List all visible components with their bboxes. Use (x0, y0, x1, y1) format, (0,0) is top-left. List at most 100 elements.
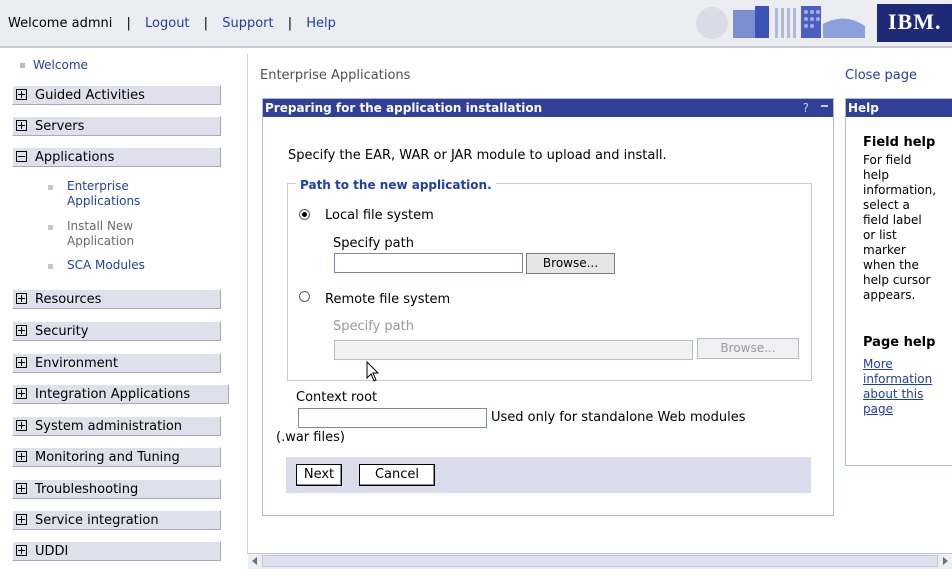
remote-specify-path-label: Specify path (333, 319, 414, 334)
local-file-system-radio[interactable] (299, 209, 310, 220)
help-line: select a (863, 198, 910, 212)
nav-section-label: Guided Activities (35, 88, 145, 103)
more-information-link[interactable]: More information about this page (863, 357, 932, 417)
scroll-left-arrow-icon[interactable] (252, 557, 257, 565)
bullet-icon (20, 63, 25, 68)
bullet-icon (48, 225, 53, 230)
nav-welcome-label: Welcome (33, 58, 88, 72)
context-root-note-war: (.war files) (276, 430, 345, 445)
separator: | (287, 16, 293, 31)
expand-plus-icon[interactable] (16, 325, 27, 336)
nav-section-security[interactable]: Security (12, 321, 221, 341)
expand-plus-icon[interactable] (16, 89, 27, 100)
fieldset-legend: Path to the new application. (296, 178, 496, 192)
nav-item-label: Install New Application (67, 219, 134, 249)
mouse-cursor-icon (366, 361, 380, 382)
separator: | (203, 16, 209, 31)
support-link[interactable]: Support (222, 16, 273, 31)
expand-plus-icon[interactable] (16, 388, 27, 399)
expand-plus-icon[interactable] (16, 545, 27, 556)
close-page-link[interactable]: Close page (845, 68, 917, 83)
help-link-line: information (863, 372, 933, 386)
nav-item-label: Enterprise Applications (67, 179, 140, 209)
help-portlet: Help Field help For field help informati… (845, 98, 952, 466)
button-bar: Next Cancel (286, 457, 811, 493)
nav-section-label: Resources (35, 292, 102, 307)
nav-item-label: SCA Modules (67, 258, 145, 272)
nav-section-troubleshooting[interactable]: Troubleshooting (12, 479, 221, 499)
help-link[interactable]: Help (306, 16, 336, 31)
help-line: For field (863, 153, 912, 167)
expand-plus-icon[interactable] (16, 451, 27, 462)
logout-link[interactable]: Logout (145, 16, 190, 31)
collapse-minus-icon[interactable] (16, 151, 27, 162)
nav-section-label: Integration Applications (35, 387, 191, 402)
help-link-line: More (863, 357, 893, 371)
nav-section-label: Environment (35, 356, 119, 371)
panel-title: Preparing for the application installati… (265, 101, 543, 115)
nav-welcome-link[interactable]: Welcome (20, 58, 88, 72)
help-line: or list (863, 228, 897, 242)
nav-section-resources[interactable]: Resources (12, 289, 221, 309)
expand-plus-icon[interactable] (16, 120, 27, 131)
nav-section-uddi[interactable]: UDDI (12, 541, 221, 561)
expand-plus-icon[interactable] (16, 293, 27, 304)
nav-section-label: Monitoring and Tuning (35, 450, 180, 465)
browse-button[interactable]: Browse... (526, 253, 615, 274)
nav-section-guided-activities[interactable]: Guided Activities (12, 85, 221, 105)
help-line: appears. (863, 288, 916, 302)
help-line: field label (863, 213, 922, 227)
nav-section-service-integration[interactable]: Service integration (12, 510, 221, 530)
scroll-track[interactable] (262, 555, 938, 567)
bullet-icon (48, 185, 53, 190)
local-path-input[interactable] (334, 253, 523, 273)
expand-plus-icon[interactable] (16, 483, 27, 494)
nav-section-label: Servers (35, 119, 85, 134)
page-help-heading: Page help (863, 335, 936, 350)
remote-file-system-radio[interactable] (299, 291, 310, 302)
nav-section-environment[interactable]: Environment (12, 353, 221, 373)
nav-item-line: Enterprise (67, 179, 129, 193)
context-root-input[interactable] (298, 408, 487, 428)
expand-plus-icon[interactable] (16, 420, 27, 431)
separator: | (126, 16, 131, 31)
nav-section-label: System administration (35, 419, 183, 434)
help-link-line: page (863, 402, 893, 416)
scroll-right-arrow-icon[interactable] (943, 557, 948, 565)
cancel-button[interactable]: Cancel (359, 464, 435, 486)
help-link-line: about this (863, 387, 924, 401)
expand-plus-icon[interactable] (16, 514, 27, 525)
logo-text: IBM. (888, 9, 942, 34)
nav-section-integration-applications[interactable]: Integration Applications (12, 384, 229, 404)
welcome-user-text: Welcome admni (8, 16, 113, 31)
question-icon[interactable]: ? (803, 99, 809, 117)
page-title: Enterprise Applications (260, 68, 411, 83)
field-help-heading: Field help (863, 135, 936, 150)
nav-item-line: Application (67, 234, 135, 248)
next-button[interactable]: Next (296, 464, 342, 486)
top-banner: Welcome admni | Logout | Support | Help … (0, 0, 952, 46)
nav-item-line: Applications (67, 194, 141, 208)
top-nav: Welcome admni | Logout | Support | Help (8, 16, 336, 31)
instruction-text: Specify the EAR, WAR or JAR module to up… (288, 148, 667, 163)
minimize-icon[interactable] (821, 105, 828, 107)
nav-section-applications[interactable]: Applications (12, 147, 221, 167)
horizontal-scrollbar[interactable] (248, 553, 952, 569)
remote-browse-button: Browse... (697, 338, 799, 359)
nav-section-label: Security (35, 324, 89, 339)
remote-path-input (334, 340, 693, 360)
local-file-system-label[interactable]: Local file system (325, 208, 434, 223)
content-divider (247, 54, 248, 554)
context-root-label: Context root (296, 390, 378, 405)
specify-path-label: Specify path (333, 236, 414, 251)
help-line: when the (863, 258, 919, 272)
help-line: information, (863, 183, 937, 197)
panel-title-bar: Preparing for the application installati… (263, 99, 833, 117)
nav-section-servers[interactable]: Servers (12, 116, 221, 136)
nav-section-system-administration[interactable]: System administration (12, 416, 221, 436)
expand-plus-icon[interactable] (16, 357, 27, 368)
remote-file-system-label[interactable]: Remote file system (325, 292, 450, 307)
nav-section-label: UDDI (35, 544, 69, 559)
nav-section-monitoring-and-tuning[interactable]: Monitoring and Tuning (12, 447, 221, 467)
field-help-text: For field help information, select a fie… (863, 153, 952, 303)
